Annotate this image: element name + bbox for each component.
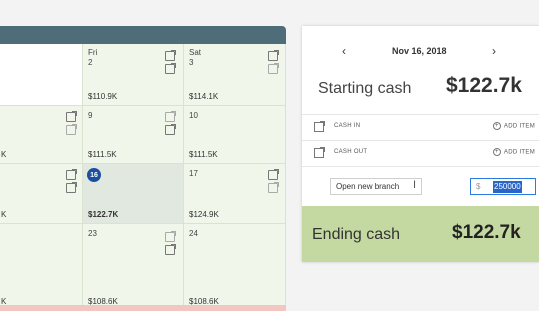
- cash-in-row: CASH IN + ADD ITEM: [302, 114, 539, 140]
- day-name: Sat: [189, 48, 202, 57]
- calendar-cell-10[interactable]: 10 $111.5K: [184, 106, 286, 164]
- add-cash-in-icon[interactable]: [268, 50, 279, 61]
- cash-out-icon: [314, 147, 325, 158]
- day-number: 23: [88, 229, 97, 238]
- day-balance: $124.9K: [189, 210, 219, 219]
- cash-out-row: CASH OUT + ADD ITEM: [302, 140, 539, 166]
- day-balance-partial: K: [1, 150, 7, 159]
- item-name-input[interactable]: [330, 178, 422, 195]
- calendar: Fri 2 $110.9K Sat 3 $114.1K K 9 $111.5K …: [0, 26, 286, 311]
- day-number: 2: [88, 58, 93, 67]
- day-detail-panel: ‹ Nov 16, 2018 › Starting cash $122.7k C…: [302, 26, 539, 262]
- day-number: 3: [189, 58, 194, 67]
- calendar-cell-partial[interactable]: K: [0, 164, 83, 224]
- next-day-button[interactable]: ›: [492, 44, 496, 58]
- add-item-label: ADD ITEM: [503, 149, 535, 156]
- cash-in-label: CASH IN: [334, 123, 361, 129]
- day-number: 24: [189, 229, 198, 238]
- day-name: Fri: [88, 48, 98, 57]
- add-cash-out-icon[interactable]: [165, 124, 176, 135]
- day-balance: $111.5K: [88, 150, 117, 159]
- day-balance: $110.9K: [88, 92, 118, 101]
- item-amount-input[interactable]: $ 250000: [470, 178, 536, 195]
- text-cursor-icon: I: [413, 179, 417, 191]
- calendar-cell-blank[interactable]: [0, 44, 83, 106]
- add-cash-in-icon[interactable]: [165, 111, 176, 122]
- calendar-cell-sat-3[interactable]: Sat 3 $114.1K: [184, 44, 286, 106]
- calendar-cell-24[interactable]: 24 $108.6K: [184, 224, 286, 311]
- previous-day-button[interactable]: ‹: [342, 44, 346, 58]
- starting-cash-value: $122.7k: [446, 74, 522, 97]
- calendar-cell-23[interactable]: 23 $108.6K: [83, 224, 184, 311]
- next-row-strip: [0, 305, 286, 311]
- add-cash-out-item-button[interactable]: + ADD ITEM: [492, 148, 535, 156]
- add-item-label: ADD ITEM: [503, 123, 535, 130]
- plus-circle-icon: +: [492, 148, 501, 156]
- day-balance: $122.7K: [88, 210, 119, 219]
- day-balance-partial: K: [1, 210, 7, 219]
- calendar-cell-9[interactable]: 9 $111.5K: [83, 106, 184, 164]
- current-date: Nov 16, 2018: [392, 46, 447, 56]
- cash-in-icon: [314, 121, 325, 132]
- add-cash-out-icon[interactable]: [165, 63, 176, 74]
- plus-circle-icon: +: [492, 122, 501, 130]
- new-item-entry: I $ 250000: [302, 166, 539, 204]
- add-cash-in-icon[interactable]: [66, 169, 77, 180]
- add-cash-out-icon[interactable]: [268, 182, 279, 193]
- date-navigator: ‹ Nov 16, 2018 ›: [302, 42, 539, 62]
- day-balance: $111.5K: [189, 150, 218, 159]
- ending-cash-bar: Ending cash $122.7k: [302, 206, 539, 262]
- day-number: 9: [88, 111, 93, 120]
- add-cash-out-icon[interactable]: [268, 63, 279, 74]
- currency-symbol: $: [476, 182, 481, 191]
- add-cash-in-icon[interactable]: [66, 111, 77, 122]
- cash-out-label: CASH OUT: [334, 149, 368, 155]
- calendar-cell-partial[interactable]: K: [0, 224, 83, 311]
- add-cash-in-icon[interactable]: [268, 169, 279, 180]
- add-cash-out-icon[interactable]: [66, 182, 77, 193]
- calendar-header-bar: [0, 26, 286, 44]
- item-amount-value: 250000: [493, 181, 522, 193]
- day-balance: $114.1K: [189, 92, 219, 101]
- add-cash-in-icon[interactable]: [165, 50, 176, 61]
- calendar-cell-17[interactable]: 17 $124.9K: [184, 164, 286, 224]
- selected-day-badge: 16: [87, 168, 101, 182]
- add-cash-in-item-button[interactable]: + ADD ITEM: [492, 122, 535, 130]
- starting-cash-label: Starting cash: [318, 80, 412, 97]
- add-cash-in-icon[interactable]: [165, 231, 176, 242]
- day-number: 17: [189, 169, 198, 178]
- ending-cash-value: $122.7k: [452, 222, 521, 243]
- calendar-cell-partial[interactable]: K: [0, 106, 83, 164]
- add-cash-out-icon[interactable]: [66, 124, 77, 135]
- calendar-cell-fri-2[interactable]: Fri 2 $110.9K: [83, 44, 184, 106]
- day-number: 10: [189, 111, 198, 120]
- add-cash-out-icon[interactable]: [165, 244, 176, 255]
- calendar-cell-16-selected[interactable]: 16 $122.7K: [83, 164, 184, 224]
- ending-cash-label: Ending cash: [312, 226, 401, 243]
